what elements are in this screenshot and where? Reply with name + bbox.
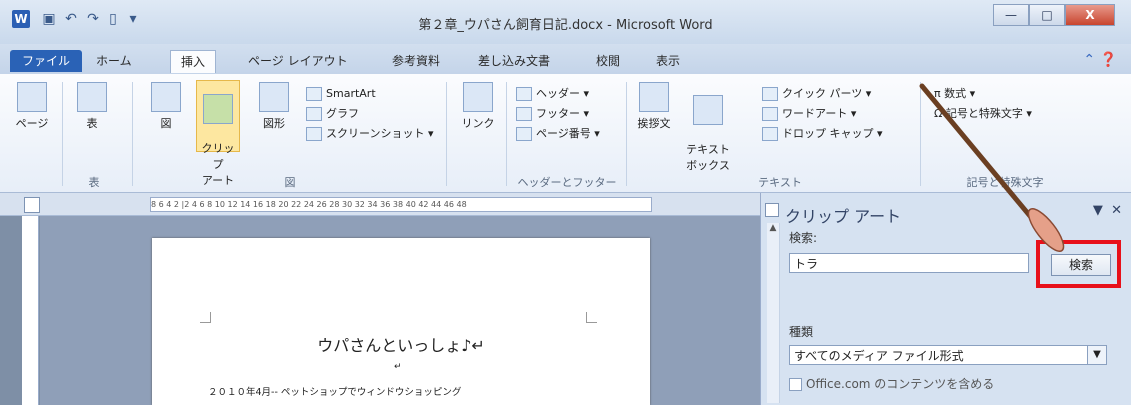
- shapes-icon: [259, 82, 289, 112]
- type-label: 種類: [789, 325, 814, 339]
- tab-review[interactable]: 校閲: [586, 50, 630, 72]
- pane-icon: [765, 203, 779, 217]
- tab-view[interactable]: 表示: [646, 50, 690, 72]
- screenshot-button[interactable]: スクリーンショット ▾: [306, 124, 433, 144]
- tab-home[interactable]: ホーム: [86, 50, 142, 72]
- pane-title: クリップ アート: [785, 207, 902, 226]
- group-divider: [506, 82, 507, 186]
- text-group-label: テキスト: [758, 176, 802, 189]
- window-controls: — □ X: [993, 4, 1115, 26]
- smartart-button[interactable]: SmartArt: [306, 84, 433, 104]
- crop-mark: [200, 312, 211, 323]
- ribbon-tabs: ファイル ホーム 挿入 ページ レイアウト 参考資料 差し込み文書 校閲 表示 …: [0, 44, 1131, 74]
- group-divider: [62, 82, 63, 186]
- equation-button[interactable]: π 数式 ▾: [934, 84, 1032, 104]
- minimize-button[interactable]: —: [993, 4, 1029, 26]
- office-content-checkbox[interactable]: Office.com のコンテンツを含める: [789, 375, 994, 392]
- quickparts-icon: [762, 87, 778, 101]
- media-type-select[interactable]: すべてのメディア ファイル形式 ▼: [789, 345, 1107, 365]
- clipart-button[interactable]: クリップ アート: [196, 80, 240, 187]
- screenshot-icon: [306, 127, 322, 141]
- link-icon: [463, 82, 493, 112]
- tab-page-layout[interactable]: ページ レイアウト: [238, 50, 358, 72]
- group-divider: [446, 82, 447, 186]
- clipart-task-pane: クリップ アート ▼ ✕ ▲ 検索: トラ 検索 種類 すべてのメディア ファイ…: [760, 193, 1131, 405]
- clipart-icon: [203, 94, 233, 124]
- header-footer-group-label: ヘッダーとフッター: [517, 176, 617, 189]
- wordart-icon: [762, 107, 778, 121]
- tab-file[interactable]: ファイル: [10, 50, 83, 72]
- dropcap-icon: [762, 127, 778, 141]
- close-button[interactable]: X: [1065, 4, 1115, 26]
- table-icon: [77, 82, 107, 112]
- illustrations-group-label: 図: [284, 176, 296, 189]
- shapes-button[interactable]: 図形: [254, 82, 294, 131]
- document-title: ウパさんといっしょ♪↵: [317, 336, 485, 355]
- title-bar: W ▣ ↶ ↷ ▯ ▾ 第２章_ウパさん飼育日記.docx - Microsof…: [0, 0, 1131, 44]
- quickparts-button[interactable]: クイック パーツ ▾: [762, 84, 883, 104]
- group-divider: [626, 82, 627, 186]
- annotation-highlight-box: [1036, 240, 1121, 288]
- page-button[interactable]: ページ: [12, 82, 52, 131]
- checkbox-icon[interactable]: [789, 378, 802, 391]
- tab-mailings[interactable]: 差し込み文書: [468, 50, 560, 72]
- smartart-icon: [306, 87, 322, 101]
- search-input[interactable]: トラ: [789, 253, 1029, 273]
- picture-button[interactable]: 図: [146, 82, 186, 131]
- tab-selector[interactable]: [24, 197, 40, 213]
- page-number-icon: [516, 127, 532, 141]
- symbols-group-label: 記号と特殊文字: [966, 176, 1044, 189]
- tab-insert[interactable]: 挿入: [170, 50, 217, 73]
- paragraph-mark: ↵: [394, 362, 402, 372]
- dropcap-button[interactable]: ドロップ キャップ ▾: [762, 124, 883, 144]
- ruler-bar: 8 6 4 2 |2 4 6 8 10 12 14 16 18 20 22 24…: [0, 193, 760, 216]
- crop-mark: [586, 312, 597, 323]
- wordart-button[interactable]: ワードアート ▾: [762, 104, 883, 124]
- pane-options-icon[interactable]: ▼: [1093, 203, 1103, 218]
- vertical-ruler[interactable]: [22, 216, 39, 405]
- greeting-icon: [639, 82, 669, 112]
- footer-button[interactable]: フッター ▾: [516, 104, 600, 124]
- page-number-button[interactable]: ページ番号 ▾: [516, 124, 600, 144]
- document-text-line: ２０１０年4月-- ペットショップでウィンドウショッピング: [208, 387, 462, 398]
- greeting-button[interactable]: 挨拶文: [634, 82, 674, 131]
- link-button[interactable]: リンク: [456, 82, 500, 131]
- ribbon: ページ 表 表 図 クリップ アート 図形 SmartArt グラフ スクリーン…: [0, 74, 1131, 193]
- chart-icon: [306, 107, 322, 121]
- group-divider: [920, 82, 921, 186]
- tab-references[interactable]: 参考資料: [382, 50, 450, 72]
- pane-close-icon[interactable]: ✕: [1111, 203, 1122, 218]
- help-icon[interactable]: ⌃ ❓: [1083, 52, 1117, 68]
- window-title: 第２章_ウパさん飼育日記.docx - Microsoft Word: [418, 18, 713, 33]
- pane-controls: ▼ ✕: [1093, 203, 1122, 218]
- maximize-button[interactable]: □: [1029, 4, 1065, 26]
- group-divider: [132, 82, 133, 186]
- table-button[interactable]: 表: [74, 82, 110, 131]
- pane-scrollbar[interactable]: ▲: [767, 223, 780, 403]
- textbox-icon: [693, 95, 723, 125]
- chart-button[interactable]: グラフ: [306, 104, 433, 124]
- document-page[interactable]: ウパさんといっしょ♪↵ ↵ ２０１０年4月-- ペットショップでウィンドウショッ…: [152, 238, 650, 405]
- textbox-button[interactable]: テキスト ボックス: [680, 82, 736, 173]
- header-button[interactable]: ヘッダー ▾: [516, 84, 600, 104]
- page-icon: [17, 82, 47, 112]
- horizontal-ruler[interactable]: 8 6 4 2 |2 4 6 8 10 12 14 16 18 20 22 24…: [150, 197, 652, 212]
- symbol-button[interactable]: Ω 記号と特殊文字 ▾: [934, 104, 1032, 124]
- header-icon: [516, 87, 532, 101]
- chevron-down-icon[interactable]: ▼: [1087, 346, 1106, 364]
- footer-icon: [516, 107, 532, 121]
- picture-icon: [151, 82, 181, 112]
- table-group-label: 表: [88, 176, 100, 189]
